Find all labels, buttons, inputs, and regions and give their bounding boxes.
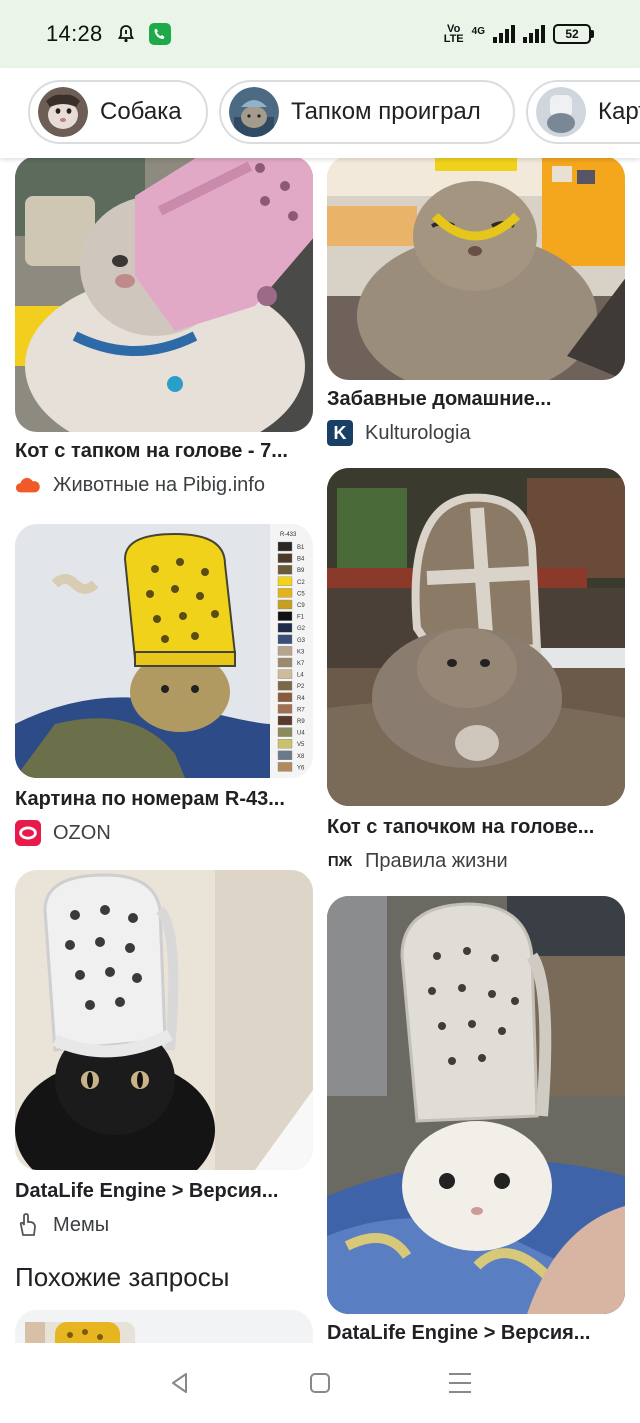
palette-swatch	[277, 646, 293, 656]
palette-code: B9	[297, 568, 305, 574]
palette-code: K7	[297, 661, 305, 667]
menu-icon[interactable]	[440, 1363, 480, 1403]
palette-swatch	[277, 576, 293, 586]
result-image[interactable]: R-433 B1 B4 B9 C2 C5 C9 F1 G2 G3 K3 K7 L4 P2 R4 R7 R9 U4…	[15, 524, 313, 778]
result-image[interactable]	[15, 158, 313, 432]
palette-swatch	[277, 669, 293, 679]
ozon-logo-icon	[15, 820, 41, 846]
chip-thumbnail	[229, 87, 279, 137]
palette-swatch	[277, 541, 293, 552]
chip-sobaka[interactable]: Собака	[28, 80, 208, 144]
chip-tapkom-proigral[interactable]: Тапком проиграл	[219, 80, 515, 144]
result-source[interactable]: ПЖ Правила жизни	[327, 848, 508, 874]
result-source[interactable]: Животные на Pibig.info	[15, 472, 265, 498]
palette-code: R7	[297, 707, 305, 713]
result-title[interactable]: Кот с тапком на голове - 7...	[15, 440, 313, 463]
source-name: Мемы	[53, 1213, 110, 1236]
pzh-logo-icon: ПЖ	[327, 852, 353, 870]
status-left: 14:28	[46, 21, 171, 47]
source-name: OZON	[53, 821, 111, 844]
k-logo-icon: K	[327, 420, 353, 446]
battery-icon: 52	[553, 24, 594, 44]
palette-code: C5	[297, 591, 305, 597]
signal-strength-1-icon	[493, 25, 515, 43]
result-title[interactable]: Забавные домашние...	[327, 388, 625, 411]
palette-swatch	[277, 750, 293, 761]
chip-label: Карт	[598, 98, 640, 125]
palette-code: R9	[297, 719, 305, 725]
palette-code: G3	[297, 638, 306, 644]
palette-code: L4	[297, 673, 304, 679]
alarm-bell-icon	[115, 23, 137, 45]
hand-icon	[15, 1212, 41, 1238]
result-title[interactable]: DataLife Engine > Версия...	[327, 1322, 625, 1343]
result-title[interactable]: DataLife Engine > Версия...	[15, 1180, 313, 1203]
result-source[interactable]: Мемы	[15, 1212, 109, 1238]
source-name: Животные на Pibig.info	[53, 473, 265, 496]
related-searches-title: Похожие запросы	[15, 1262, 230, 1292]
source-name: Kulturologia	[365, 421, 471, 444]
palette-swatch	[277, 680, 293, 691]
palette-code: X8	[297, 754, 305, 760]
result-title[interactable]: Картина по номерам R-43...	[15, 788, 313, 811]
volte-indicator: Vo LTE	[443, 24, 464, 45]
signal-strength-2-icon	[523, 25, 545, 43]
palette-code: B4	[297, 557, 305, 563]
result-image[interactable]	[327, 896, 625, 1314]
volte-line2: LTE	[443, 33, 464, 45]
result-source[interactable]: OZON	[15, 820, 111, 846]
palette-swatch	[277, 634, 293, 645]
palette-header: R-433	[280, 532, 297, 538]
chip-label: Собака	[100, 98, 182, 125]
palette-swatch	[277, 599, 293, 610]
image-results-grid: Кот с тапком на голове - 7... Животные н…	[0, 158, 640, 1343]
result-image[interactable]	[15, 870, 313, 1170]
related-chips-bar: Собака Тапком проиграл Карт	[0, 68, 640, 158]
result-title[interactable]: Кот с тапочком на голове...	[327, 816, 625, 839]
related-search-card[interactable]	[15, 1310, 313, 1343]
status-bar: 14:28 Vo LTE 4G 52	[0, 0, 640, 68]
palette-code: U4	[297, 731, 305, 737]
result-source[interactable]: K Kulturologia	[327, 420, 471, 446]
chip-kartina[interactable]: Карт	[526, 80, 640, 144]
palette-swatch	[277, 611, 293, 621]
palette-swatch	[277, 692, 293, 703]
palette-swatch	[277, 704, 293, 714]
back-icon[interactable]	[160, 1363, 200, 1403]
chip-thumbnail	[536, 87, 586, 137]
source-name: Правила жизни	[365, 849, 508, 872]
status-time: 14:28	[46, 21, 103, 46]
palette-swatch	[277, 715, 293, 726]
status-right: Vo LTE 4G 52	[443, 24, 594, 45]
palette-code: C9	[297, 603, 305, 609]
palette-code: Y6	[297, 765, 305, 771]
palette-swatch	[277, 622, 293, 633]
chip-label: Тапком проиграл	[291, 98, 481, 125]
palette-swatch	[277, 762, 293, 772]
palette-code: K3	[297, 649, 305, 655]
palette-code: P2	[297, 684, 305, 690]
battery-level: 52	[553, 24, 591, 44]
palette-code: C2	[297, 580, 305, 586]
palette-code: R4	[297, 696, 305, 702]
palette-swatch	[277, 657, 293, 668]
palette-code: G2	[297, 626, 306, 632]
phone-call-icon	[148, 23, 171, 45]
palette-swatch	[277, 553, 293, 563]
home-icon[interactable]	[300, 1363, 340, 1403]
cloud-icon	[15, 472, 41, 498]
palette-swatch	[277, 565, 293, 575]
network-type: 4G	[471, 26, 485, 37]
palette-swatch	[277, 738, 293, 749]
related-thumbnail	[25, 1322, 135, 1343]
palette-code: V5	[297, 742, 305, 748]
system-nav-bar	[0, 1343, 640, 1423]
palette-swatch	[277, 727, 293, 737]
result-image[interactable]	[327, 158, 625, 380]
chip-thumbnail	[38, 87, 88, 137]
palette-swatch	[277, 588, 293, 598]
palette-code: F1	[297, 615, 305, 621]
result-image[interactable]	[327, 468, 625, 806]
palette-code: B1	[297, 545, 305, 551]
